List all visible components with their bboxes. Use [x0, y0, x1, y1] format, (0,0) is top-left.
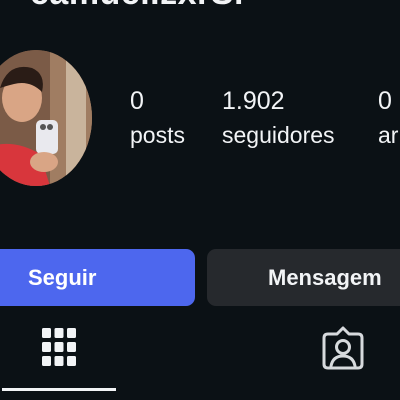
posts-label: posts: [130, 122, 185, 148]
message-button[interactable]: Mensagem: [207, 249, 400, 306]
tab-posts-grid[interactable]: [42, 326, 76, 373]
profile-username: camuci.zxrSr: [30, 0, 248, 13]
active-tab-indicator: [2, 388, 116, 391]
follow-button[interactable]: Seguir: [0, 249, 195, 306]
grid-icon: [42, 328, 76, 366]
tagged-person-icon: [322, 326, 364, 370]
message-button-label: Mensagem: [268, 264, 382, 290]
stat-posts[interactable]: 0 posts: [130, 86, 185, 150]
following-count: 0: [378, 87, 392, 115]
posts-count: 0: [130, 87, 144, 115]
stat-followers[interactable]: 1.902 seguidores: [222, 86, 335, 150]
follow-button-label: Seguir: [28, 264, 97, 290]
following-label: ar: [378, 122, 399, 148]
avatar[interactable]: [0, 50, 92, 186]
followers-label: seguidores: [222, 122, 335, 148]
followers-count: 1.902: [222, 87, 285, 115]
stat-following[interactable]: 0 ar: [378, 86, 398, 150]
tab-tagged[interactable]: [322, 326, 364, 375]
